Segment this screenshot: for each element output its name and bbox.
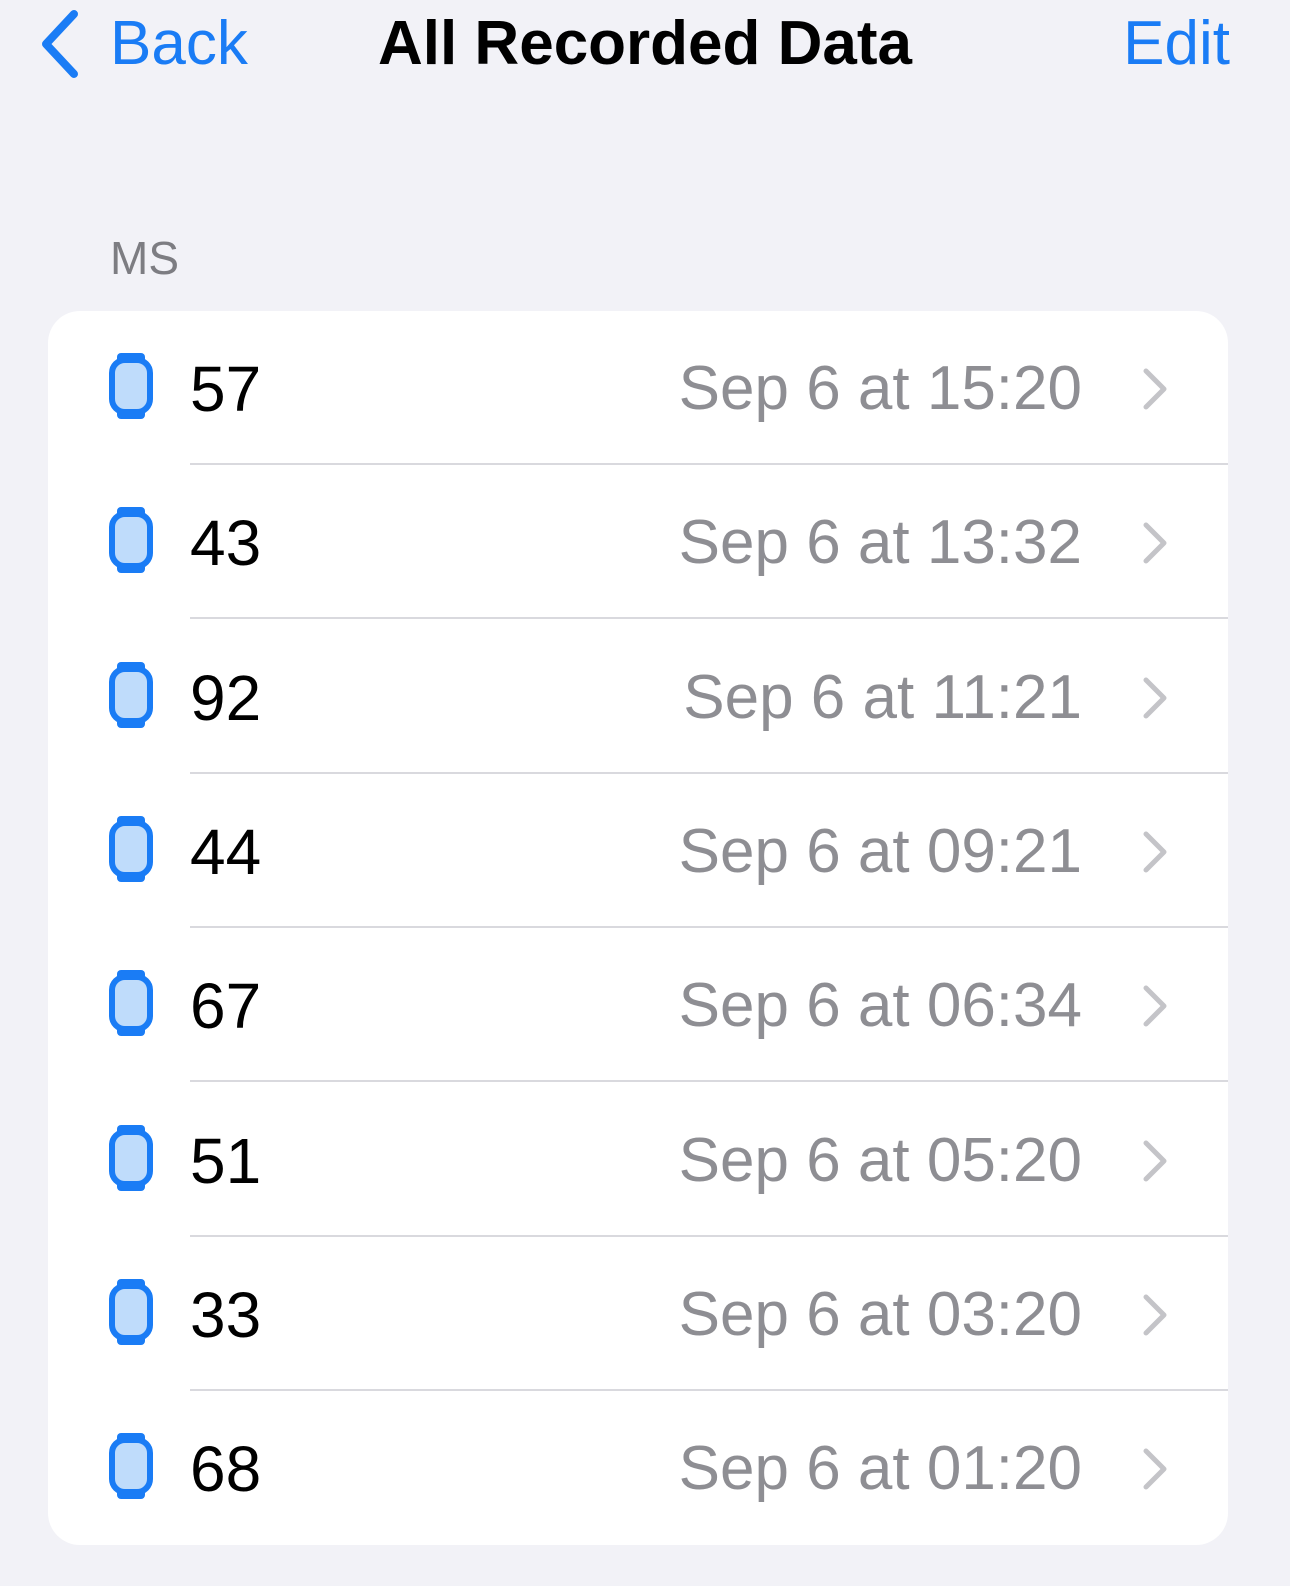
- chevron-right-icon: [1143, 985, 1167, 1027]
- record-value: 67: [190, 970, 262, 1043]
- record-value: 44: [190, 815, 262, 888]
- record-date: Sep 6 at 09:21: [678, 816, 1082, 886]
- chevron-right-icon: [1143, 368, 1167, 410]
- list-item[interactable]: 33 Sep 6 at 03:20: [48, 1237, 1228, 1391]
- chevron-right-icon: [1143, 1448, 1167, 1490]
- apple-watch-icon: [109, 353, 153, 419]
- apple-watch-icon: [109, 1433, 153, 1500]
- list-item[interactable]: 92 Sep 6 at 11:21: [48, 620, 1228, 774]
- record-date: Sep 6 at 11:21: [683, 662, 1082, 732]
- list-item[interactable]: 67 Sep 6 at 06:34: [48, 928, 1228, 1083]
- apple-watch-icon: [109, 1278, 153, 1345]
- record-value: 92: [190, 661, 262, 734]
- chevron-right-icon: [1143, 522, 1167, 564]
- list-item[interactable]: 43 Sep 6 at 13:32: [48, 465, 1228, 620]
- apple-watch-icon: [109, 507, 153, 574]
- record-value: 51: [190, 1124, 262, 1197]
- edit-button[interactable]: Edit: [1123, 8, 1230, 80]
- record-value: 43: [190, 507, 262, 580]
- page-title: All Recorded Data: [377, 9, 913, 78]
- record-date: Sep 6 at 15:20: [678, 354, 1082, 423]
- record-value: 33: [190, 1278, 262, 1351]
- list-item[interactable]: 44 Sep 6 at 09:21: [48, 774, 1228, 928]
- section-header: MS: [110, 232, 179, 284]
- record-date: Sep 6 at 06:34: [678, 971, 1082, 1041]
- list-item[interactable]: 57 Sep 6 at 15:20: [48, 311, 1228, 465]
- chevron-right-icon: [1143, 1294, 1167, 1336]
- apple-watch-icon: [109, 970, 153, 1037]
- list-item[interactable]: 51 Sep 6 at 05:20: [48, 1083, 1228, 1237]
- chevron-right-icon: [1143, 1140, 1167, 1181]
- record-date: Sep 6 at 01:20: [678, 1434, 1082, 1504]
- record-value: 68: [190, 1433, 262, 1506]
- record-value: 57: [190, 353, 262, 425]
- navigation-bar: Back All Recorded Data Edit: [0, 0, 1290, 90]
- apple-watch-icon: [109, 815, 153, 882]
- record-date: Sep 6 at 03:20: [678, 1279, 1082, 1349]
- chevron-right-icon: [1143, 831, 1167, 873]
- record-date: Sep 6 at 05:20: [678, 1125, 1082, 1195]
- apple-watch-icon: [109, 1124, 153, 1191]
- list-item[interactable]: 68 Sep 6 at 01:20: [48, 1391, 1228, 1545]
- chevron-right-icon: [1143, 677, 1167, 719]
- records-list: 57 Sep 6 at 15:20 43 Sep 6 at 13:32 92 Sep 6 …: [48, 311, 1228, 1545]
- record-date: Sep 6 at 13:32: [678, 508, 1082, 578]
- apple-watch-icon: [109, 661, 153, 728]
